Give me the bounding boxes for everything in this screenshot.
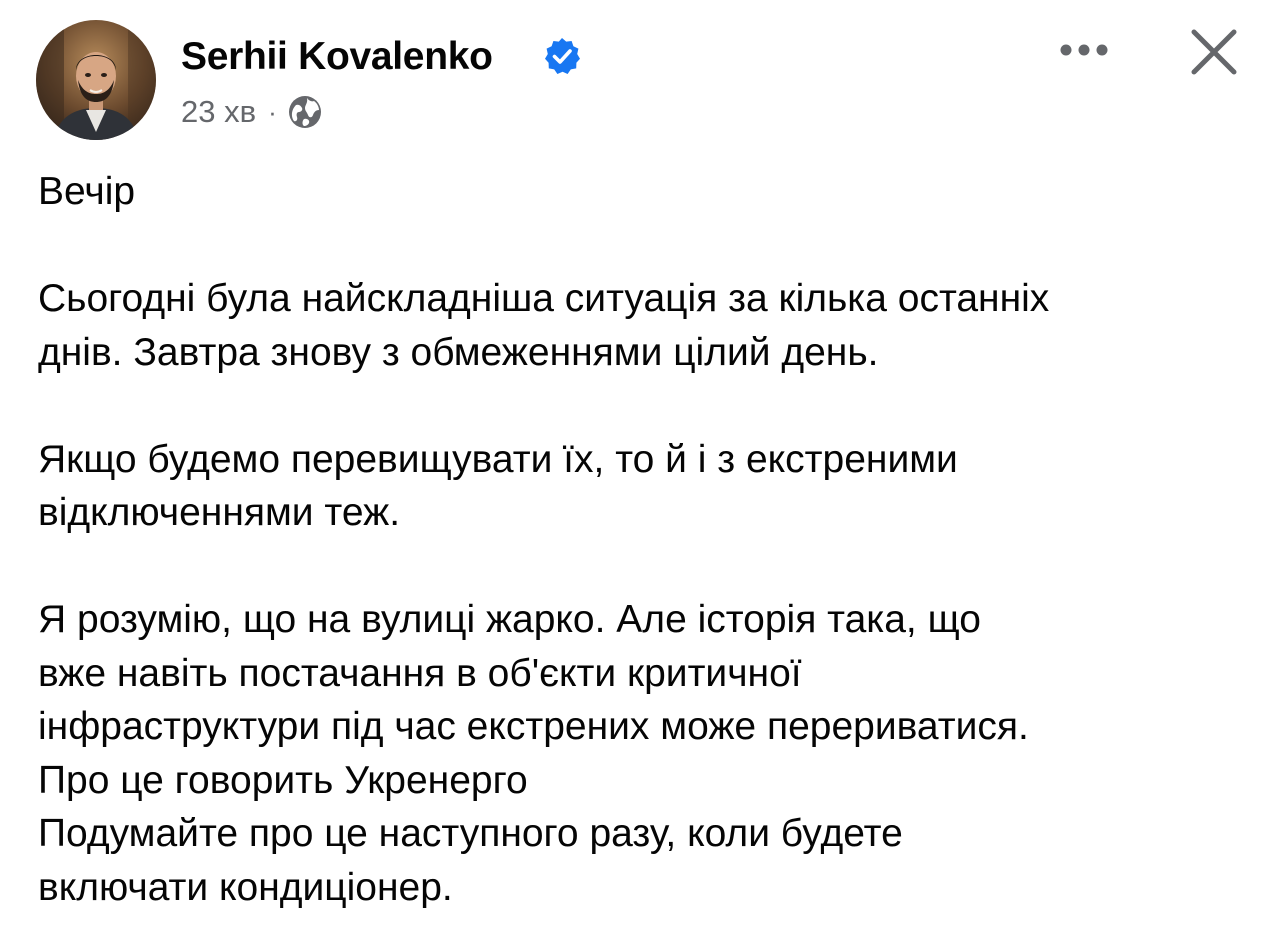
post-text-line: Якщо будемо перевищувати їх, то й і з ек… — [38, 437, 958, 481]
post-text-line: вже навіть постачання в об'єкти критично… — [38, 651, 802, 695]
post-text-line: включати кондиціонер. — [38, 865, 453, 909]
post-meta: 23 хв · — [181, 92, 323, 132]
post-text: Вечір Сьогодні була найскладніша ситуаці… — [38, 165, 1258, 914]
post-timestamp[interactable]: 23 хв — [181, 94, 256, 130]
post-text-line: днів. Завтра знову з обмеженнями цілий д… — [38, 330, 879, 374]
post-text-line: відключеннями теж. — [38, 491, 401, 534]
post-text-line: Вечір — [38, 170, 136, 213]
avatar-photo — [36, 20, 156, 140]
globe-icon[interactable] — [287, 94, 323, 130]
author-avatar[interactable] — [36, 20, 156, 140]
post-text-line: інфраструктури під час екстрених може пе… — [38, 705, 1029, 748]
post-text-line: Я розумію, що на вулиці жарко. Але істор… — [38, 598, 981, 641]
close-icon[interactable] — [1186, 24, 1242, 80]
meta-separator: · — [268, 96, 277, 127]
verified-badge-icon — [545, 38, 580, 74]
post-text-line: Сьогодні була найскладніша ситуація за к… — [38, 277, 1050, 320]
author-name[interactable]: Serhii Kovalenko — [181, 34, 493, 80]
ellipsis-icon[interactable] — [1052, 30, 1116, 70]
post-text-line: Про це говорить Укренерго — [38, 758, 528, 802]
post-text-line: Подумайте про це наступного разу, коли б… — [38, 812, 903, 855]
